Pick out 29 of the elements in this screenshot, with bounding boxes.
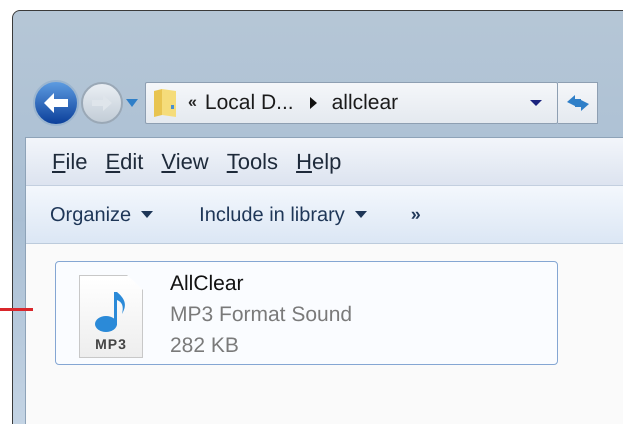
menu-item[interactable]: Tools [226,145,278,178]
breadcrumb-arrow-icon[interactable] [308,96,318,110]
refresh-button[interactable] [558,82,598,124]
toolbar-button[interactable]: Include in library [199,200,367,230]
overflow-chevron[interactable]: « [188,91,197,115]
back-button[interactable] [33,80,79,126]
file-name: AllClear [170,271,245,297]
file-type: MP3 Format Sound [170,302,352,328]
folder-icon [152,87,178,119]
more-button[interactable]: » [410,201,421,228]
refresh-arrows-icon [564,92,590,114]
dropdown-icon [141,211,154,218]
file-size: 282 KB [170,333,240,359]
breadcrumb-item[interactable]: Local D... [204,87,294,119]
dropdown-icon[interactable] [529,99,543,107]
menu-item[interactable]: File [52,145,88,178]
breadcrumb-item[interactable]: allclear [332,87,398,119]
menu-item[interactable]: Edit [105,145,144,178]
address-bar[interactable]: « Local D... allclear [145,82,558,124]
file-tile[interactable]: MP3 AllClear MP3 Format Sound 282 KB [55,261,558,365]
toolbar-button[interactable]: Organize [50,200,154,230]
dropdown-icon [125,98,139,108]
left-arrow-icon [43,92,69,114]
menu-item[interactable]: View [161,145,209,178]
menu-item[interactable]: Help [296,145,342,178]
dropdown-icon [354,211,367,218]
icon-label: MP3 [95,335,127,354]
music-note-icon [94,290,128,332]
marker-line [0,308,33,311]
